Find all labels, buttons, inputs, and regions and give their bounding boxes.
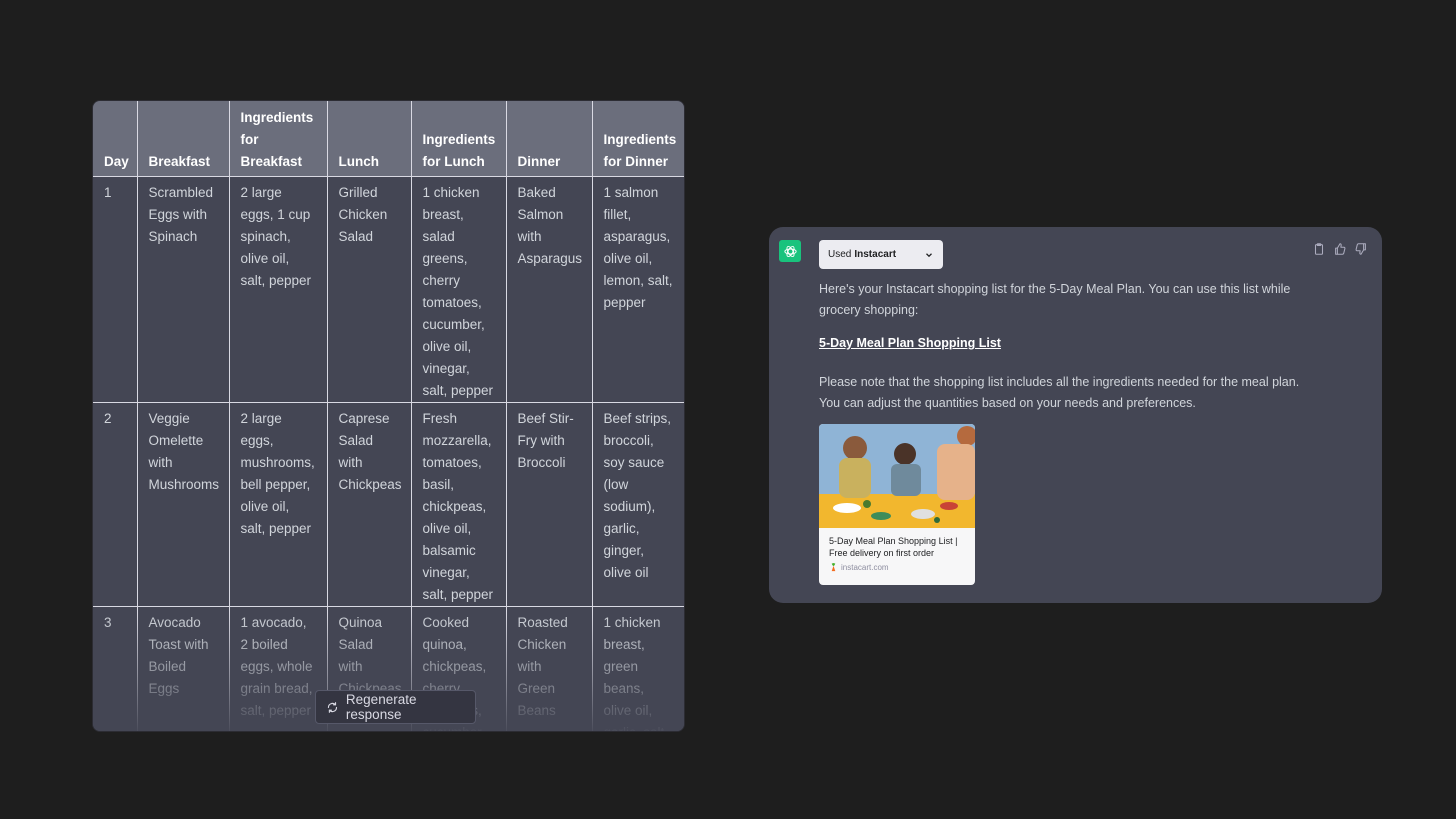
cell-ingredients-lunch: Fresh mozzarella, tomatoes, basil, chick…	[411, 402, 507, 607]
clipboard-icon[interactable]	[1312, 242, 1326, 256]
plugin-used-prefix: Used	[828, 249, 852, 260]
instacart-link-preview-card[interactable]: 5-Day Meal Plan Shopping List | Free del…	[819, 424, 975, 585]
meal-plan-table-panel: Day Breakfast Ingredients for Breakfast …	[92, 100, 685, 732]
plugin-used-name: Instacart	[854, 249, 897, 260]
cell-day: 2	[93, 402, 138, 607]
preview-card-domain-text: instacart.com	[841, 563, 889, 572]
cell-ingredients-breakfast: 2 large eggs, mushrooms, bell pepper, ol…	[229, 402, 328, 607]
meal-plan-table: Day Breakfast Ingredients for Breakfast …	[93, 101, 684, 731]
cell-breakfast: Veggie Omelette with Mushrooms	[137, 402, 230, 607]
cell-lunch: Caprese Salad with Chickpeas	[327, 402, 412, 607]
message-note-text: Please note that the shopping list inclu…	[819, 375, 1300, 410]
family-cooking-image	[819, 424, 975, 528]
cell-ingredients-dinner: 1 chicken breast, green beans, olive oil…	[603, 615, 669, 731]
header-day: Day	[93, 101, 138, 177]
header-ingredients-dinner: Ingredients for Dinner	[592, 101, 684, 177]
cell-breakfast: Scrambled Eggs with Spinach	[137, 176, 230, 403]
cell-dinner: Baked Salmon with Asparagus	[506, 176, 593, 403]
preview-card-domain: instacart.com	[829, 563, 889, 572]
cell-ingredients-lunch: 1 chicken breast, salad greens, cherry t…	[411, 176, 507, 403]
message-actions	[1312, 242, 1368, 256]
preview-card-title: 5-Day Meal Plan Shopping List | Free del…	[829, 536, 958, 558]
header-ingredients-breakfast: Ingredients for Breakfast	[229, 101, 328, 177]
regenerate-response-label: Regenerate response	[345, 692, 417, 722]
cell-ingredients-breakfast: 1 avocado, 2 boiled eggs, whole grain br…	[229, 606, 328, 731]
thumbs-down-icon[interactable]	[1354, 242, 1368, 256]
assistant-message-panel: Used Instacart Here's your Instacart sho…	[769, 227, 1382, 603]
header-dinner: Dinner	[506, 101, 593, 177]
shopping-list-link[interactable]: 5-Day Meal Plan Shopping List	[819, 336, 1001, 350]
cell-ingredients-breakfast: 2 large eggs, 1 cup spinach, olive oil, …	[229, 176, 328, 403]
table-row: 2 Veggie Omelette with Mushrooms 2 large…	[93, 402, 684, 607]
cell-ingredients-dinner: 1 salmon fillet, asparagus, olive oil, l…	[603, 185, 673, 310]
header-breakfast: Breakfast	[137, 101, 230, 177]
table-header-row: Day Breakfast Ingredients for Breakfast …	[93, 101, 684, 177]
message-intro-text: Here's your Instacart shopping list for …	[819, 282, 1291, 317]
cell-day: 1	[93, 176, 138, 403]
cell-ingredients-dinner: Beef strips, broccoli, soy sauce (low so…	[603, 411, 672, 580]
thumbs-up-icon[interactable]	[1333, 242, 1347, 256]
cell-dinner: Beef Stir-Fry with Broccoli	[506, 402, 593, 607]
cell-dinner: Roasted Chicken with Green Beans	[506, 606, 593, 731]
regenerate-response-button[interactable]: Regenerate response	[315, 690, 476, 724]
chevron-down-icon	[926, 252, 932, 257]
refresh-icon	[327, 701, 338, 713]
cell-lunch: Grilled Chicken Salad	[327, 176, 412, 403]
header-ingredients-lunch: Ingredients for Lunch	[411, 101, 507, 177]
instacart-carrot-icon	[831, 563, 836, 572]
cell-breakfast: Avocado Toast with Boiled Eggs	[137, 606, 230, 731]
header-lunch: Lunch	[327, 101, 412, 177]
plugin-used-dropdown[interactable]: Used Instacart	[819, 240, 943, 269]
openai-logo-icon	[779, 240, 801, 262]
cell-day: 3	[93, 606, 138, 731]
table-row: 1 Scrambled Eggs with Spinach 2 large eg…	[93, 176, 684, 403]
